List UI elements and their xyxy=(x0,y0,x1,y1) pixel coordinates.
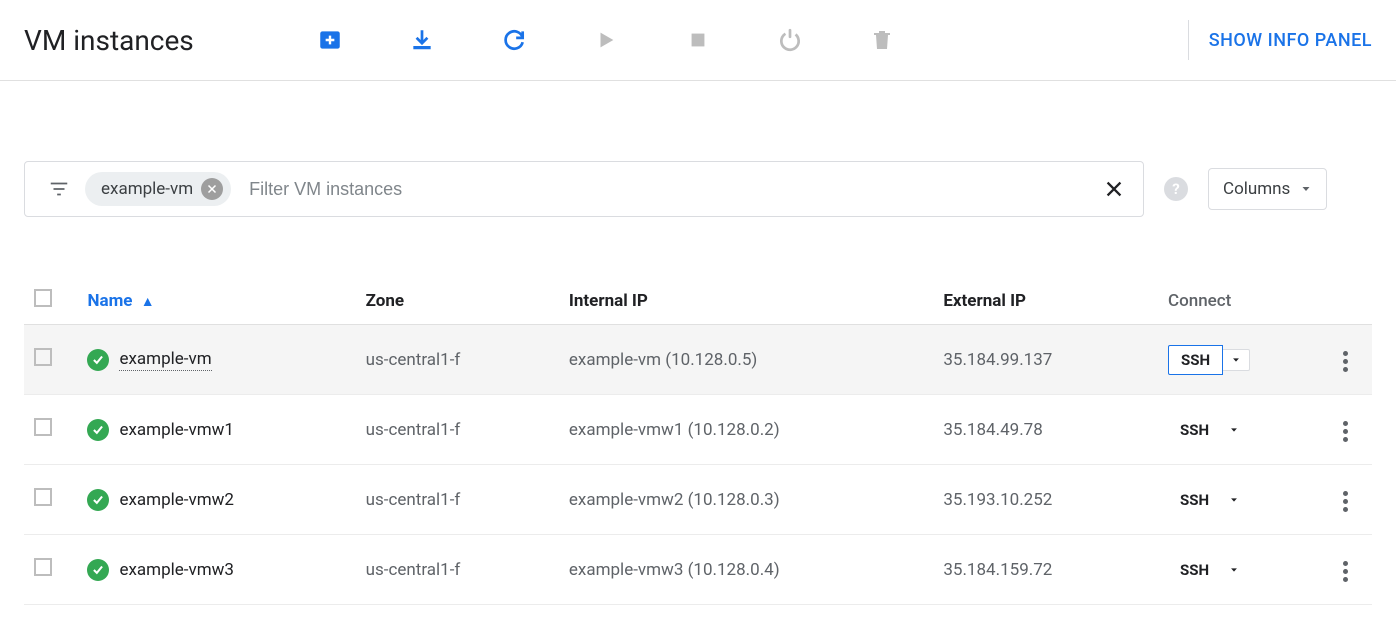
columns-button[interactable]: Columns xyxy=(1208,168,1327,210)
help-icon[interactable]: ? xyxy=(1164,177,1188,201)
col-header-external-ip[interactable]: External IP xyxy=(933,277,1158,325)
row-menu-button[interactable] xyxy=(1337,415,1354,448)
internal-ip-cell: example-vmw1 (10.128.0.2) xyxy=(559,395,933,465)
clear-filter-icon[interactable] xyxy=(1093,178,1135,200)
status-running-icon xyxy=(87,419,109,441)
col-header-zone[interactable]: Zone xyxy=(356,277,559,325)
filter-chip-label: example-vm xyxy=(101,179,193,199)
col-header-internal-ip[interactable]: Internal IP xyxy=(559,277,933,325)
ssh-dropdown[interactable] xyxy=(1221,490,1247,510)
table-row: example-vmw1 us-central1-fexample-vmw1 (… xyxy=(24,395,1372,465)
filter-input[interactable] xyxy=(241,179,1093,200)
ssh-button[interactable]: SSH xyxy=(1168,486,1221,514)
external-ip-cell: 35.184.99.137 xyxy=(933,325,1158,395)
vm-table: Name ▲ Zone Internal IP External IP Conn… xyxy=(24,277,1372,605)
ssh-dropdown[interactable] xyxy=(1223,349,1250,371)
external-ip-cell: 35.184.159.72 xyxy=(933,535,1158,605)
status-running-icon xyxy=(87,489,109,511)
zone-cell: us-central1-f xyxy=(356,465,559,535)
external-ip-cell: 35.193.10.252 xyxy=(933,465,1158,535)
zone-cell: us-central1-f xyxy=(356,395,559,465)
ssh-dropdown[interactable] xyxy=(1221,560,1247,580)
filter-icon[interactable] xyxy=(43,173,75,205)
page-header: VM instances SHOW INFO PANEL xyxy=(0,0,1396,81)
vm-name-link[interactable]: example-vmw3 xyxy=(119,560,233,580)
filter-area: example-vm ? Columns xyxy=(0,81,1396,237)
internal-ip-cell: example-vm (10.128.0.5) xyxy=(559,325,933,395)
divider xyxy=(1188,20,1189,60)
external-ip-cell: 35.184.49.78 xyxy=(933,395,1158,465)
row-menu-button[interactable] xyxy=(1337,345,1354,378)
col-header-connect: Connect xyxy=(1158,277,1318,325)
table-row: example-vmw2 us-central1-fexample-vmw2 (… xyxy=(24,465,1372,535)
ssh-button[interactable]: SSH xyxy=(1168,345,1223,375)
internal-ip-cell: example-vmw3 (10.128.0.4) xyxy=(559,535,933,605)
zone-cell: us-central1-f xyxy=(356,535,559,605)
columns-label: Columns xyxy=(1223,179,1290,199)
stop-button[interactable] xyxy=(682,24,714,56)
ssh-button[interactable]: SSH xyxy=(1168,416,1221,444)
sort-asc-icon: ▲ xyxy=(141,294,155,310)
ssh-dropdown[interactable] xyxy=(1221,420,1247,440)
chevron-down-icon xyxy=(1300,183,1312,195)
row-menu-button[interactable] xyxy=(1337,555,1354,588)
row-checkbox[interactable] xyxy=(34,418,52,436)
refresh-button[interactable] xyxy=(498,24,530,56)
filter-chip[interactable]: example-vm xyxy=(85,172,231,206)
status-running-icon xyxy=(87,559,109,581)
row-checkbox[interactable] xyxy=(34,348,52,366)
import-button[interactable] xyxy=(406,24,438,56)
table-row: example-vm us-central1-fexample-vm (10.1… xyxy=(24,325,1372,395)
table-row: example-vmw3 us-central1-fexample-vmw3 (… xyxy=(24,535,1372,605)
reset-button[interactable] xyxy=(774,24,806,56)
ssh-button[interactable]: SSH xyxy=(1168,556,1221,584)
row-menu-button[interactable] xyxy=(1337,485,1354,518)
vm-name-link[interactable]: example-vm xyxy=(119,349,211,371)
start-button[interactable] xyxy=(590,24,622,56)
row-checkbox[interactable] xyxy=(34,558,52,576)
zone-cell: us-central1-f xyxy=(356,325,559,395)
row-checkbox[interactable] xyxy=(34,488,52,506)
vm-name-link[interactable]: example-vmw1 xyxy=(119,420,233,440)
filter-box: example-vm xyxy=(24,161,1144,217)
select-all-checkbox[interactable] xyxy=(34,289,52,307)
delete-button[interactable] xyxy=(866,24,898,56)
page-title: VM instances xyxy=(24,24,194,57)
create-instance-button[interactable] xyxy=(314,24,346,56)
col-header-name[interactable]: Name ▲ xyxy=(77,277,355,325)
status-running-icon xyxy=(87,349,109,371)
show-info-panel-button[interactable]: SHOW INFO PANEL xyxy=(1209,30,1372,51)
toolbar xyxy=(314,24,1168,56)
internal-ip-cell: example-vmw2 (10.128.0.3) xyxy=(559,465,933,535)
vm-name-link[interactable]: example-vmw2 xyxy=(119,490,233,510)
chip-remove-icon[interactable] xyxy=(201,178,223,200)
